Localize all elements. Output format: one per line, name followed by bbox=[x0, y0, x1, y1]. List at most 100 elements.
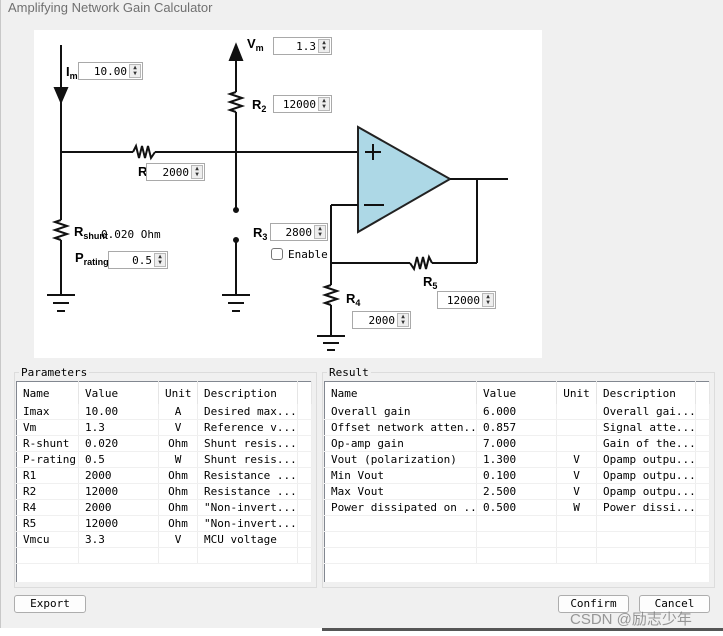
cell-value: 2000 bbox=[78, 499, 159, 516]
cell-name: R5 bbox=[16, 515, 79, 532]
r1-spinbox[interactable]: 2000 ▲ ▼ bbox=[146, 163, 205, 181]
cell-unit bbox=[158, 547, 198, 564]
cell-filler bbox=[297, 451, 312, 468]
column-header-name[interactable]: Name bbox=[16, 381, 79, 404]
table-row[interactable]: Vout (polarization) 1.300 V Opamp outpu... bbox=[324, 451, 710, 468]
cell-name: R4 bbox=[16, 499, 79, 516]
table-row[interactable]: Op-amp gain 7.000 Gain of the... bbox=[324, 435, 710, 452]
table-header: Name Value Unit Description bbox=[16, 381, 312, 404]
cell-unit: Ohm bbox=[158, 435, 198, 452]
cell-description: Gain of the... bbox=[596, 435, 696, 452]
table-row[interactable]: Min Vout 0.100 V Opamp outpu... bbox=[324, 467, 710, 484]
cell-name: Min Vout bbox=[324, 467, 477, 484]
cell-filler bbox=[695, 499, 710, 516]
cell-description bbox=[596, 515, 696, 532]
cell-filler bbox=[695, 547, 710, 564]
cell-name bbox=[324, 547, 477, 564]
table-empty-space bbox=[16, 563, 312, 583]
table-row[interactable]: R4 2000 Ohm "Non-invert... bbox=[16, 499, 312, 516]
cell-value: 1.300 bbox=[476, 451, 557, 468]
cell-unit: Ohm bbox=[158, 483, 198, 500]
table-row[interactable]: Offset network atten... 0.857 Signal atte.… bbox=[324, 419, 710, 436]
cell-value bbox=[476, 547, 557, 564]
cell-value: 7.000 bbox=[476, 435, 557, 452]
cell-unit bbox=[556, 531, 597, 548]
parameters-table[interactable]: Name Value Unit Description Imax 10.00 A Desire… bbox=[16, 381, 312, 583]
im-spinbox[interactable]: 10.00 ▲ ▼ bbox=[78, 62, 143, 80]
cell-name bbox=[16, 547, 79, 564]
table-row[interactable]: Vm 1.3 V Reference v... bbox=[16, 419, 312, 436]
column-header-filler bbox=[297, 381, 312, 404]
column-header-value[interactable]: Value bbox=[476, 381, 557, 404]
ground-icon bbox=[222, 294, 250, 312]
cell-description: "Non-invert... bbox=[197, 515, 298, 532]
table-row[interactable]: R-shunt 0.020 Ohm Shunt resis... bbox=[16, 435, 312, 452]
table-row[interactable] bbox=[324, 547, 710, 564]
cell-unit: V bbox=[556, 483, 597, 500]
empty-cell bbox=[324, 563, 710, 583]
cell-description: Shunt resis... bbox=[197, 435, 298, 452]
result-table[interactable]: Name Value Unit Description Overall gain 6.00… bbox=[324, 381, 710, 583]
cell-description: "Non-invert... bbox=[197, 499, 298, 516]
cell-value: 6.000 bbox=[476, 404, 557, 420]
r3-spinbox[interactable]: 2800 ▲ ▼ bbox=[270, 223, 328, 241]
cell-name: Vout (polarization) bbox=[324, 451, 477, 468]
cell-unit: V bbox=[556, 451, 597, 468]
vm-spinbox[interactable]: 1.3 ▲ ▼ bbox=[273, 37, 332, 55]
r4-spinbox[interactable]: 2000 ▲ ▼ bbox=[352, 311, 411, 329]
cell-filler bbox=[695, 483, 710, 500]
cell-description: Resistance ... bbox=[197, 467, 298, 484]
cell-value bbox=[78, 547, 159, 564]
table-row[interactable]: Power dissipated on ... 0.500 W Power dissi… bbox=[324, 499, 710, 516]
table-row[interactable] bbox=[16, 547, 312, 564]
r5-resistor bbox=[409, 254, 433, 272]
empty-cell bbox=[16, 563, 312, 583]
cell-name: Vmcu bbox=[16, 531, 79, 548]
vm-label: Vm bbox=[247, 36, 264, 53]
prating-label: Prating bbox=[75, 250, 109, 267]
table-row[interactable]: Overall gain 6.000 Overall gai... bbox=[324, 404, 710, 420]
r2-resistor bbox=[226, 91, 246, 113]
table-row[interactable]: R5 12000 Ohm "Non-invert... bbox=[16, 515, 312, 532]
column-header-description[interactable]: Description bbox=[596, 381, 696, 404]
cell-description bbox=[596, 547, 696, 564]
column-header-unit[interactable]: Unit bbox=[158, 381, 198, 404]
column-header-name[interactable]: Name bbox=[324, 381, 477, 404]
cell-description: Power dissi... bbox=[596, 499, 696, 516]
cell-name bbox=[324, 515, 477, 532]
table-row[interactable]: Max Vout 2.500 V Opamp outpu... bbox=[324, 483, 710, 500]
prating-spinbox[interactable]: 0.5 ▲ ▼ bbox=[108, 251, 168, 269]
r5-spinbox[interactable]: 12000 ▲ ▼ bbox=[437, 291, 496, 309]
export-button[interactable]: Export bbox=[14, 595, 86, 613]
column-header-value[interactable]: Value bbox=[78, 381, 159, 404]
cell-unit: Ohm bbox=[158, 467, 198, 484]
cell-filler bbox=[695, 419, 710, 436]
cell-filler bbox=[297, 531, 312, 548]
cell-name: Offset network atten... bbox=[324, 419, 477, 436]
table-row[interactable]: R1 2000 Ohm Resistance ... bbox=[16, 467, 312, 484]
cell-unit bbox=[556, 419, 597, 436]
table-row[interactable] bbox=[324, 531, 710, 548]
parameters-title: Parameters bbox=[19, 366, 90, 379]
table-row[interactable]: R2 12000 Ohm Resistance ... bbox=[16, 483, 312, 500]
cell-unit bbox=[556, 404, 597, 420]
r3-enable-checkbox[interactable] bbox=[271, 248, 283, 260]
cell-description bbox=[197, 547, 298, 564]
r2-spinbox[interactable]: 12000 ▲ ▼ bbox=[273, 95, 332, 113]
opamp-symbol bbox=[357, 125, 453, 234]
column-header-unit[interactable]: Unit bbox=[556, 381, 597, 404]
table-row[interactable]: Imax 10.00 A Desired max... bbox=[16, 404, 312, 420]
cell-description: Overall gai... bbox=[596, 404, 696, 420]
cell-unit bbox=[556, 515, 597, 532]
cell-value: 0.020 bbox=[78, 435, 159, 452]
table-row[interactable]: P-rating 0.5 W Shunt resis... bbox=[16, 451, 312, 468]
cell-value: 0.5 bbox=[78, 451, 159, 468]
column-header-description[interactable]: Description bbox=[197, 381, 298, 404]
cell-unit: V bbox=[158, 531, 198, 548]
table-row[interactable]: Vmcu 3.3 V MCU voltage bbox=[16, 531, 312, 548]
ground-icon bbox=[317, 335, 345, 351]
cell-description: MCU voltage bbox=[197, 531, 298, 548]
cell-filler bbox=[297, 547, 312, 564]
table-row[interactable] bbox=[324, 515, 710, 532]
cell-filler bbox=[297, 419, 312, 436]
